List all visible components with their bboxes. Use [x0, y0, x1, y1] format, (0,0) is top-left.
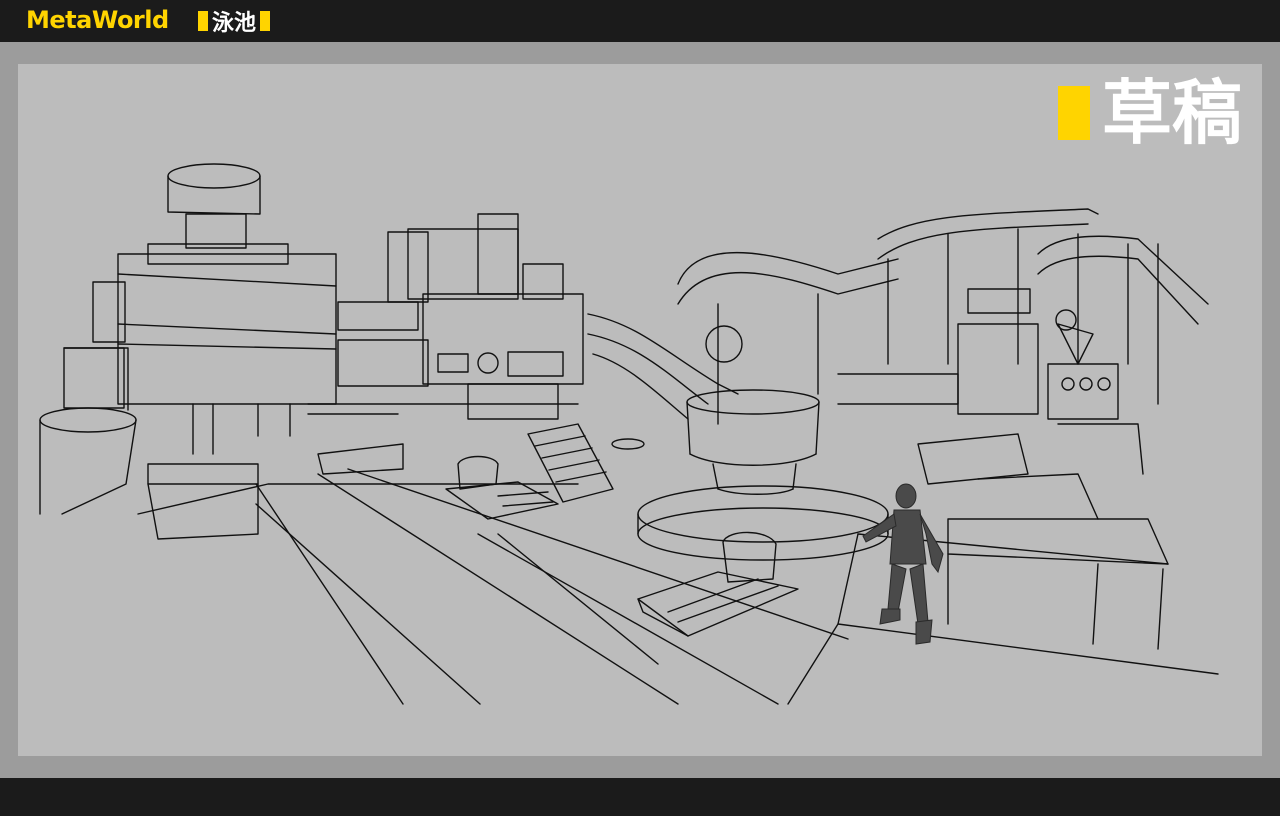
tag-marker-right [260, 11, 271, 31]
section-title: 泳池 [212, 11, 257, 36]
section-tag: 泳池 [198, 8, 271, 36]
sketch-canvas: 草稿 [18, 64, 1262, 756]
character-figure [862, 483, 944, 645]
top-bar: MetaWorld 泳池 [0, 0, 1280, 42]
tag-marker-left [198, 11, 208, 31]
draft-text: 草稿 [1102, 72, 1242, 154]
draft-label: 草稿 [1058, 78, 1242, 148]
bottom-bar [0, 778, 1280, 816]
brand-logo: MetaWorld [26, 6, 169, 34]
draft-marker [1058, 86, 1090, 140]
